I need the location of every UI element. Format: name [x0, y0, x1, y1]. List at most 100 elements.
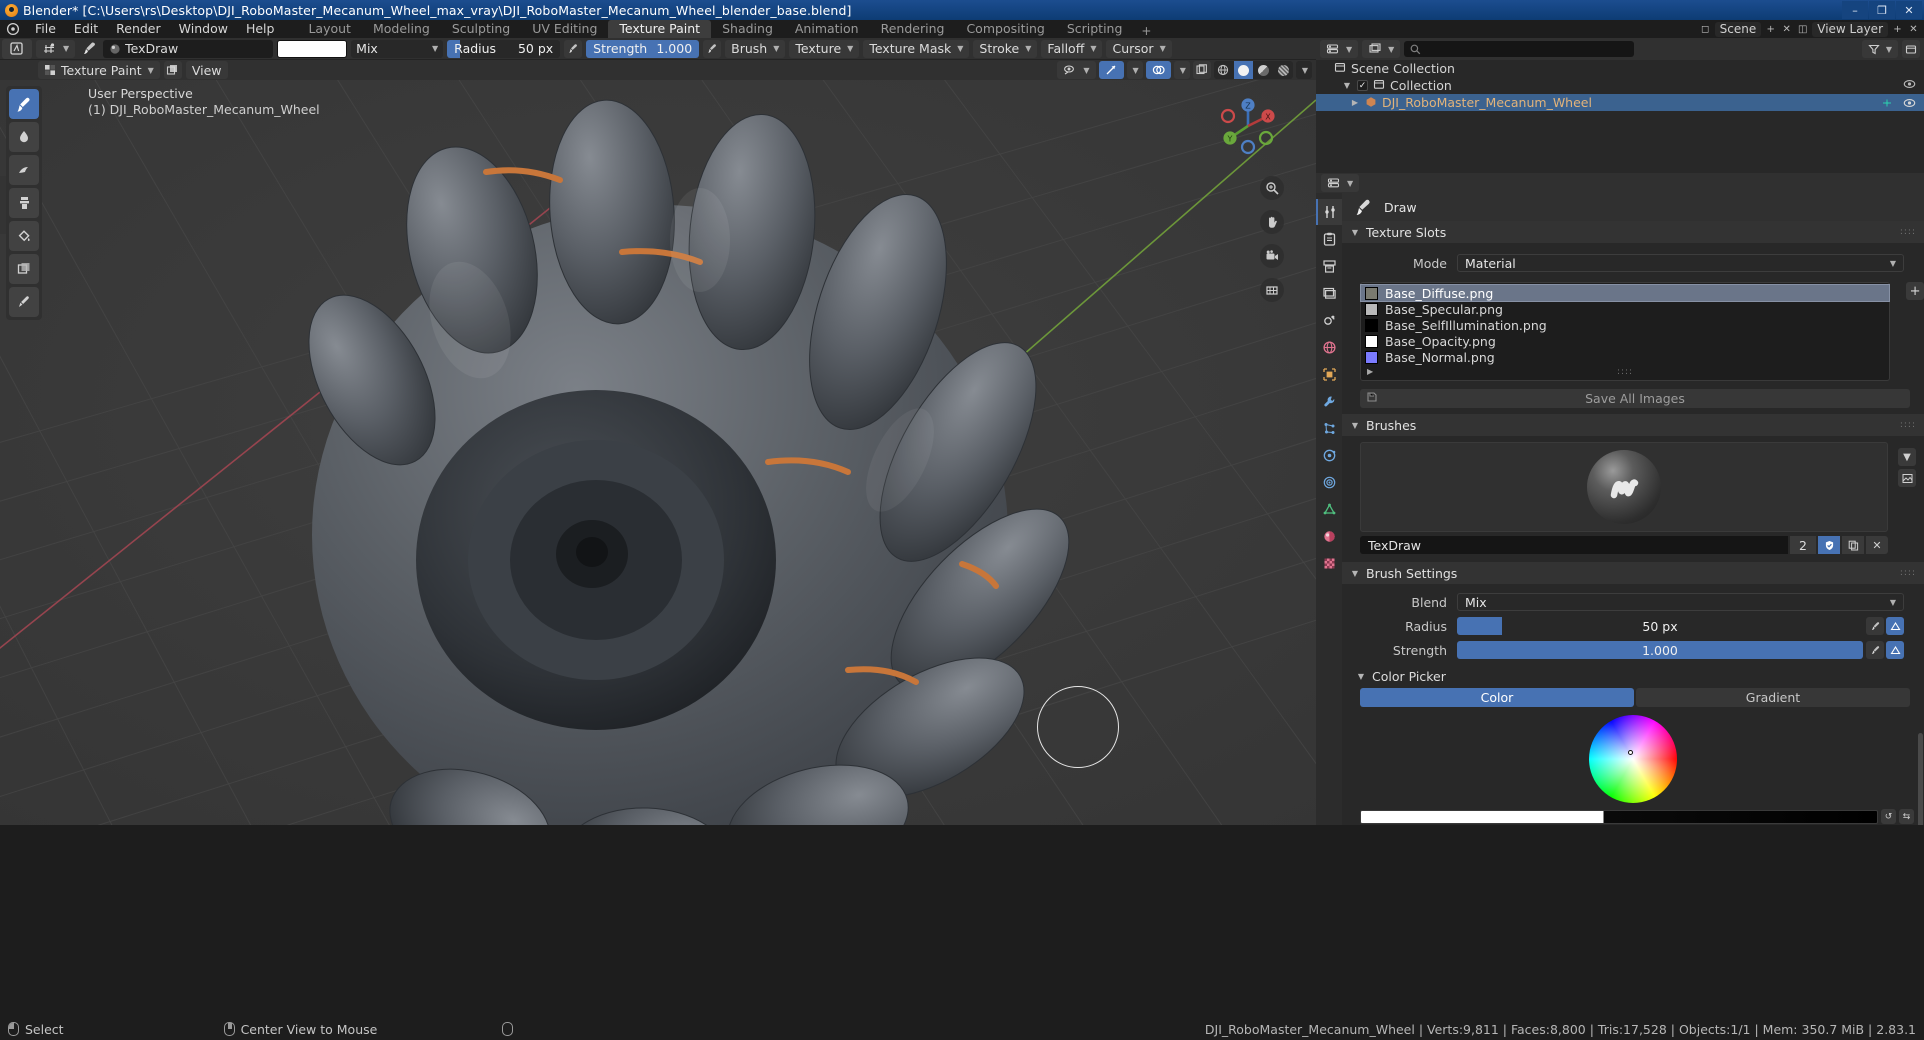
grid-icon[interactable]: [1260, 278, 1284, 302]
brush-preset-dropdown[interactable]: ▼: [36, 39, 76, 58]
mode-dropdown[interactable]: Material ▼: [1457, 254, 1904, 272]
viewlayer-selector[interactable]: View Layer: [1812, 21, 1888, 37]
texture-slot-item[interactable]: Base_Diffuse.png: [1359, 284, 1891, 302]
strength-pressure-toggle[interactable]: [703, 39, 722, 58]
properties-tab-particles[interactable]: [1316, 415, 1342, 441]
add-viewlayer-icon[interactable]: +: [1891, 23, 1904, 36]
outliner-row-collection[interactable]: ▼ ✓ Collection: [1316, 77, 1924, 94]
cursor-menu[interactable]: Cursor ▼: [1106, 39, 1172, 58]
rendered-shading-button[interactable]: [1274, 61, 1293, 79]
falloff-menu[interactable]: Falloff ▼: [1041, 39, 1103, 58]
brush-color-swatch[interactable]: [277, 39, 348, 58]
outliner-display-mode-button[interactable]: ▼: [1362, 40, 1401, 58]
properties-tab-world[interactable]: [1316, 334, 1342, 360]
texture-slot-item[interactable]: Base_SelfIllumination.png: [1361, 317, 1889, 333]
texture-slot-list[interactable]: Base_Diffuse.png Base_Specular.png Base_…: [1359, 282, 1891, 381]
xray-toggle[interactable]: [1192, 61, 1211, 79]
brush-tool-icon[interactable]: [79, 41, 99, 57]
close-button[interactable]: ✕: [1896, 1, 1922, 19]
overlays-dropdown[interactable]: ▼: [1173, 61, 1190, 79]
outliner-filter-button[interactable]: ▼: [1861, 40, 1898, 58]
new-scene-icon[interactable]: +: [1764, 23, 1777, 36]
color-refresh-icon[interactable]: ↺: [1881, 809, 1896, 824]
properties-tab-scene[interactable]: [1316, 307, 1342, 333]
texture-slot-item[interactable]: Base_Normal.png: [1361, 349, 1889, 365]
properties-tab-material[interactable]: [1316, 523, 1342, 549]
strength-pressure-toggle[interactable]: [1866, 641, 1884, 659]
minimize-button[interactable]: –: [1842, 1, 1868, 19]
workspace-tab-uv-editing[interactable]: UV Editing: [521, 20, 608, 38]
visibility-dropdown[interactable]: ▼: [1057, 61, 1096, 79]
active-brush-name-field[interactable]: TexDraw: [103, 39, 274, 58]
draw-brush-tool[interactable]: [9, 89, 39, 119]
zoom-icon[interactable]: [1260, 176, 1284, 200]
color-wheel-cursor[interactable]: [1627, 750, 1633, 756]
paint-mask-toggle[interactable]: [163, 61, 182, 79]
menu-render[interactable]: Render: [107, 20, 170, 38]
outliner-row-object[interactable]: ▶ DJI_RoboMaster_Mecanum_Wheel: [1316, 94, 1924, 111]
blend-dropdown[interactable]: Mix ▼: [1457, 593, 1904, 611]
color-value-bar[interactable]: [1360, 809, 1878, 824]
texture-menu[interactable]: Texture ▼: [789, 39, 860, 58]
workspace-tab-texture-paint[interactable]: Texture Paint: [608, 20, 712, 38]
blender-menu-icon[interactable]: [0, 20, 26, 38]
maximize-button[interactable]: ❐: [1869, 1, 1895, 19]
soften-tool[interactable]: [9, 122, 39, 152]
properties-tab-modifiers[interactable]: [1316, 388, 1342, 414]
unlink-scene-icon[interactable]: ✕: [1780, 23, 1793, 36]
strength-slider[interactable]: Strength 1.000: [586, 39, 700, 58]
color-picker-tab-color[interactable]: Color: [1360, 688, 1634, 707]
properties-tab-output[interactable]: [1316, 253, 1342, 279]
brush-strength-slider[interactable]: 1.000: [1457, 641, 1863, 659]
stroke-menu[interactable]: Stroke ▼: [973, 39, 1038, 58]
radius-pressure-toggle[interactable]: [564, 39, 583, 58]
camera-icon[interactable]: [1260, 244, 1284, 268]
workspace-tab-rendering[interactable]: Rendering: [870, 20, 956, 38]
workspace-tab-animation[interactable]: Animation: [784, 20, 870, 38]
menu-help[interactable]: Help: [237, 20, 284, 38]
workspace-tab-modeling[interactable]: Modeling: [362, 20, 441, 38]
gizmo-dropdown[interactable]: ▼: [1126, 61, 1143, 79]
texture-mask-menu[interactable]: Texture Mask ▼: [863, 39, 970, 58]
outliner-row-scene-collection[interactable]: Scene Collection: [1316, 60, 1924, 77]
outliner-editor-type-button[interactable]: ▼: [1320, 40, 1359, 58]
color-picker-tab-gradient[interactable]: Gradient: [1636, 688, 1910, 707]
menu-window[interactable]: Window: [170, 20, 237, 38]
material-preview-shading-button[interactable]: [1254, 61, 1273, 79]
brush-radius-slider[interactable]: 50 px: [1457, 617, 1863, 635]
remove-viewlayer-icon[interactable]: ✕: [1907, 23, 1920, 36]
add-texture-slot-button[interactable]: +: [1906, 282, 1924, 300]
gizmo-toggle[interactable]: [1098, 61, 1124, 79]
scene-selector[interactable]: Scene: [1714, 21, 1762, 37]
properties-tab-constraints[interactable]: [1316, 469, 1342, 495]
workspace-tab-compositing[interactable]: Compositing: [955, 20, 1055, 38]
wireframe-shading-button[interactable]: [1214, 61, 1233, 79]
menu-file[interactable]: File: [26, 20, 65, 38]
properties-tab-texture[interactable]: [1316, 550, 1342, 576]
add-workspace-button[interactable]: +: [1133, 24, 1159, 38]
properties-tab-tool[interactable]: [1316, 199, 1342, 225]
slot-list-footer[interactable]: ▶ ::::: [1361, 365, 1889, 378]
smear-tool[interactable]: [9, 155, 39, 185]
brush-name-input[interactable]: TexDraw: [1360, 536, 1788, 554]
copy-icon[interactable]: [1842, 536, 1864, 554]
workspace-tab-sculpting[interactable]: Sculpting: [441, 20, 521, 38]
menu-edit[interactable]: Edit: [65, 20, 107, 38]
eye-icon[interactable]: [1903, 79, 1916, 92]
radius-slider[interactable]: Radius 50 px: [447, 39, 561, 58]
radius-unit-toggle[interactable]: [1886, 617, 1904, 635]
resize-grip-icon[interactable]: ::::: [1617, 367, 1633, 377]
panel-header-color-picker[interactable]: ▼ Color Picker: [1342, 666, 1924, 686]
panel-header-texture-slots[interactable]: ▼ Texture Slots ::::: [1342, 221, 1924, 243]
active-tool-row[interactable]: Draw: [1342, 193, 1924, 221]
color-wheel[interactable]: [1589, 715, 1677, 803]
overlays-toggle[interactable]: [1145, 61, 1171, 79]
hand-icon[interactable]: [1260, 210, 1284, 234]
brush-preview-image-button[interactable]: [1898, 469, 1916, 487]
outliner-new-collection-button[interactable]: [1902, 40, 1920, 58]
annotate-tool[interactable]: [9, 287, 39, 317]
panel-header-brushes[interactable]: ▼ Brushes ::::: [1342, 414, 1924, 436]
workspace-tab-layout[interactable]: Layout: [297, 20, 362, 38]
properties-tab-view-layer[interactable]: [1316, 280, 1342, 306]
properties-editor-type-button[interactable]: ▼: [1321, 174, 1360, 192]
